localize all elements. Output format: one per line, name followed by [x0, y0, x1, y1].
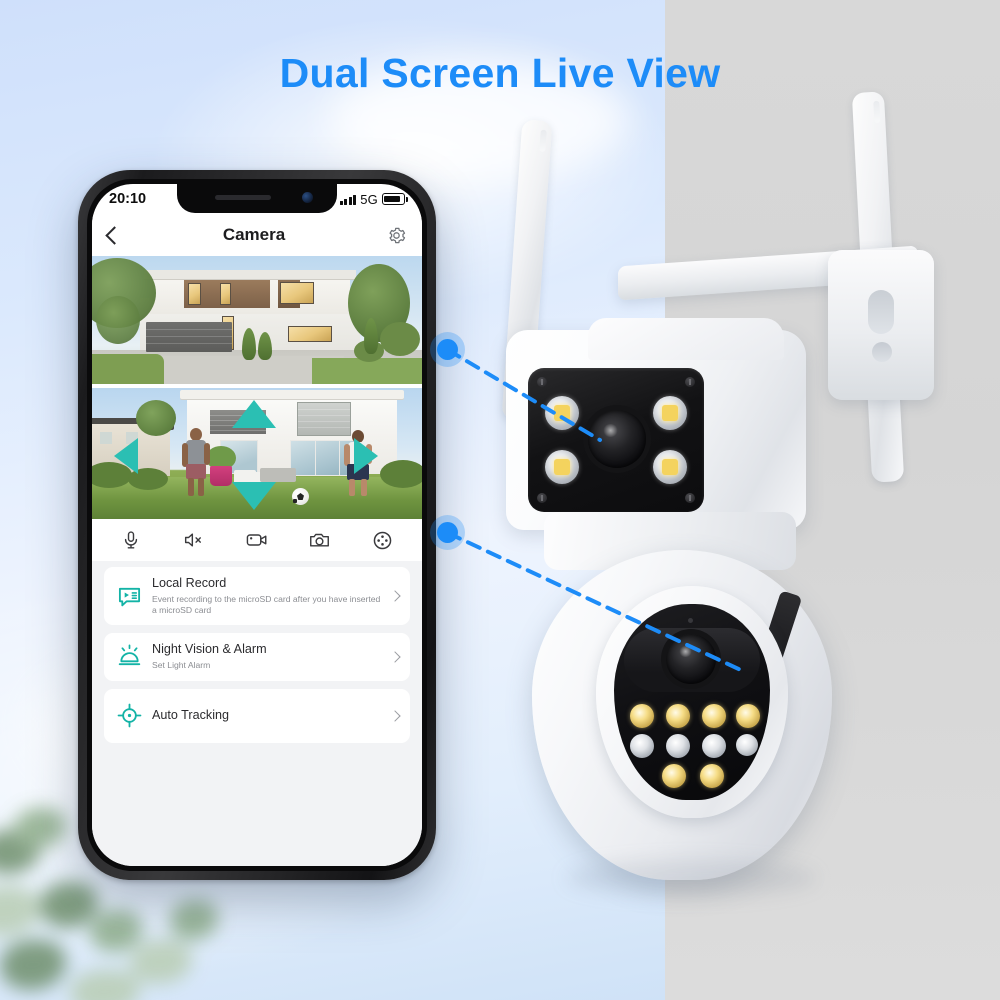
settings-row-title: Local Record	[152, 576, 227, 590]
ptz-arrow-down-icon[interactable]	[232, 482, 276, 510]
chevron-right-icon[interactable]	[389, 709, 401, 722]
smartphone-mockup: 20:10 5G Camera Local Record Event recor…	[78, 170, 436, 880]
phone-bezel: 20:10 5G Camera Local Record Event recor…	[87, 179, 427, 871]
ptz-camera-lens	[666, 634, 716, 684]
top-camera-led	[545, 396, 579, 430]
connector-dot-bottom	[430, 515, 465, 550]
local-record-icon	[115, 582, 143, 610]
feed-divider	[92, 384, 422, 388]
chevron-right-icon[interactable]	[389, 590, 401, 602]
top-camera-led	[545, 450, 579, 484]
status-bar-time: 20:10	[109, 191, 147, 207]
device-shadow	[566, 860, 816, 896]
auto-tracking-icon	[115, 702, 143, 730]
mount-slot	[868, 290, 894, 334]
app-bar: Camera	[92, 214, 422, 256]
ptz-bottom-camera-module	[596, 586, 788, 818]
camera-toolbar	[92, 519, 422, 561]
top-camera-feed[interactable]	[92, 256, 422, 384]
signal-bars-icon	[339, 194, 357, 205]
mute-speaker-button[interactable]	[177, 525, 211, 555]
ptz-led-ir	[702, 734, 726, 758]
front-camera-icon	[302, 192, 313, 203]
chevron-right-icon[interactable]	[389, 651, 401, 663]
settings-row-night-vision-alarm[interactable]: Night Vision & Alarm Set Light Alarm	[104, 633, 410, 681]
person-adult	[180, 428, 214, 496]
settings-row-title: Night Vision & Alarm	[152, 642, 267, 657]
earpiece-speaker-icon	[215, 195, 271, 200]
phone-notch	[177, 184, 337, 213]
ptz-arrow-up-icon[interactable]	[232, 400, 276, 428]
settings-row-subtitle: Event recording to the microSD card afte…	[152, 593, 381, 616]
top-camera-lens	[588, 410, 646, 468]
top-camera-led	[653, 396, 687, 430]
ptz-led-warm	[662, 764, 686, 788]
settings-row-subtitle: Set Light Alarm	[152, 660, 211, 671]
phone-screen: 20:10 5G Camera Local Record Event recor…	[92, 184, 422, 866]
top-camera-faceplate	[528, 368, 704, 512]
ptz-arrow-right-icon[interactable]	[354, 438, 378, 474]
top-camera-hood	[588, 318, 784, 360]
battery-icon	[382, 193, 408, 205]
poster-stage: Dual Screen Live View 20:10 5G Camera Lo…	[0, 0, 1000, 1000]
bottom-camera-feed[interactable]	[92, 388, 422, 519]
page-title-camera: Camera	[222, 225, 286, 244]
ptz-led-ir	[666, 734, 690, 758]
settings-row-local-record[interactable]: Local Record Event recording to the micr…	[104, 567, 410, 626]
faceplate-screw	[537, 377, 547, 387]
microphone-button[interactable]	[114, 525, 148, 555]
chevron-left-icon[interactable]	[105, 225, 124, 245]
ptz-control-button[interactable]	[366, 525, 400, 555]
dual-lens-ptz-security-camera	[470, 80, 1000, 896]
faceplate-screw	[537, 493, 547, 503]
faceplate-screw	[685, 377, 695, 387]
soccer-ball	[292, 488, 309, 505]
ptz-led-ir	[630, 734, 654, 758]
connector-dot-top	[430, 332, 465, 367]
page-title: Dual Screen Live View	[279, 50, 721, 96]
record-video-button[interactable]	[240, 525, 274, 555]
ptz-led-ir	[736, 734, 758, 756]
gear-icon[interactable]	[387, 226, 406, 245]
settings-row-auto-tracking[interactable]: Auto Tracking	[104, 688, 410, 743]
alarm-siren-icon	[115, 643, 143, 671]
snapshot-button[interactable]	[303, 525, 337, 555]
settings-row-title: Auto Tracking	[152, 707, 230, 722]
ptz-led-warm	[702, 704, 726, 728]
ptz-faceplate	[614, 604, 770, 800]
mount-hole	[872, 342, 892, 362]
ptz-arrow-left-icon[interactable]	[114, 438, 138, 474]
network-label: 5G	[360, 191, 378, 207]
faceplate-screw	[685, 493, 695, 503]
ptz-led-warm	[700, 764, 724, 788]
ptz-led-warm	[666, 704, 690, 728]
microphone-hole	[688, 618, 693, 623]
ptz-led-warm	[630, 704, 654, 728]
top-camera-led	[653, 450, 687, 484]
settings-list: Local Record Event recording to the micr…	[92, 561, 422, 866]
ptz-led-warm	[736, 704, 760, 728]
live-view-feeds	[92, 256, 422, 519]
